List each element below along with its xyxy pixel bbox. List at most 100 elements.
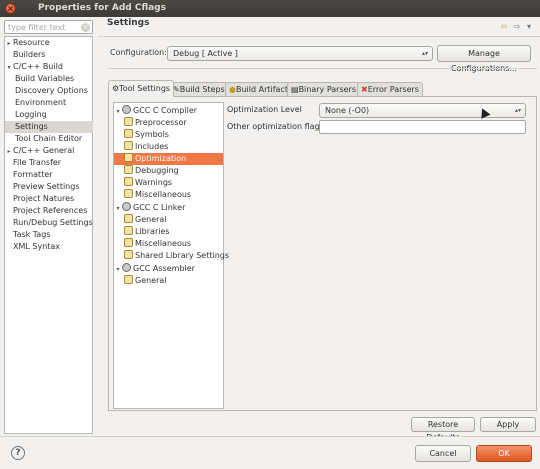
view-menu-icon[interactable]: ▾ (527, 22, 531, 31)
tree-label: GCC C Linker (133, 203, 186, 212)
nav-label: C/C++ Build (13, 62, 63, 71)
tree-label: General (135, 276, 167, 285)
nav-label: Run/Debug Settings (13, 218, 93, 227)
nav-item-preview-settings[interactable]: Preview Settings (5, 181, 93, 193)
back-arrow-icon[interactable]: ⇦ (500, 22, 507, 31)
nav-label: Environment (15, 98, 67, 107)
tree-label: Optimization (135, 154, 187, 163)
tree-item-preprocessor[interactable]: Preprocessor (124, 117, 187, 129)
page-nav-tools: ⇦ ⇨ ▾ (496, 22, 531, 31)
collapse-icon[interactable]: ▾ (114, 203, 122, 215)
tool-option-icon (124, 141, 133, 150)
tree-item-libraries[interactable]: Libraries (124, 226, 170, 238)
nav-item-discovery-options[interactable]: Discovery Options (5, 85, 93, 97)
tab-label: Error Parsers (367, 85, 419, 94)
dialog-button-bar: ? Cancel OK (0, 436, 540, 469)
tool-option-icon (124, 250, 133, 259)
filter-input[interactable]: type filter text × (4, 20, 93, 34)
collapse-icon[interactable]: ▾ (114, 106, 122, 118)
tab-error-parsers[interactable]: ✖Error Parsers (357, 82, 423, 96)
tab-label: Build Artifact (235, 85, 288, 94)
tree-label: Miscellaneous (135, 190, 192, 199)
tab-label: Tool Settings (119, 84, 171, 93)
nav-label: Task Tags (13, 230, 51, 239)
page-title: Settings (107, 18, 150, 28)
tool-option-icon (124, 238, 133, 247)
nav-item-file-transfer[interactable]: File Transfer (5, 157, 93, 169)
nav-label: Project References (13, 206, 88, 215)
settings-page: Settings ⇦ ⇨ ▾ Configuration: Debug [ Ac… (98, 17, 540, 442)
nav-item-run-debug-settings[interactable]: Run/Debug Settings (5, 217, 93, 229)
tree-label: Miscellaneous (135, 239, 192, 248)
tree-item-symbols[interactable]: Symbols (124, 129, 169, 141)
gear-icon (122, 263, 131, 272)
nav-item-formatter[interactable]: Formatter (5, 169, 93, 181)
nav-label: Resource (13, 38, 50, 47)
nav-label: Tool Chain Editor (15, 134, 83, 143)
tree-item-shared-library-settings[interactable]: Shared Library Settings (124, 250, 229, 262)
nav-item-xml-syntax[interactable]: XML Syntax (5, 241, 93, 253)
tree-item-debugging[interactable]: Debugging (124, 165, 179, 177)
nav-item-cpp-general[interactable]: ▸ C/C++ General (5, 145, 93, 157)
tool-option-icon (124, 129, 133, 138)
gear-icon (122, 105, 131, 114)
configuration-value: Debug [ Active ] (173, 49, 238, 58)
artifact-icon: ● (229, 85, 236, 94)
property-page-tree: ▸ Resource Builders ▾ C/C++ Build Build Va… (4, 36, 93, 434)
nav-item-tool-chain-editor[interactable]: Tool Chain Editor (5, 133, 93, 145)
tree-label: Debugging (135, 166, 179, 175)
tree-item-includes[interactable]: Includes (124, 141, 168, 153)
configuration-select[interactable]: Debug [ Active ] ▴▾ (167, 46, 433, 61)
tool-option-icon (124, 153, 133, 162)
tree-item-warnings[interactable]: Warnings (124, 177, 172, 189)
tab-tool-settings[interactable]: ⚙Tool Settings (108, 80, 175, 97)
tree-item-gcc-assembler[interactable]: ▾ GCC Assembler (114, 263, 195, 275)
nav-item-build-variables[interactable]: Build Variables (5, 73, 93, 85)
configuration-label: Configuration: (110, 48, 167, 57)
window-close-button[interactable]: × (5, 3, 16, 14)
nav-item-project-references[interactable]: Project References (5, 205, 93, 217)
tree-item-gcc-c-compiler[interactable]: ▾ GCC C Compiler (114, 105, 197, 117)
nav-item-environment[interactable]: Environment (5, 97, 93, 109)
nav-label: Formatter (13, 170, 53, 179)
restore-defaults-button[interactable]: Restore Defaults (411, 417, 475, 442)
nav-item-task-tags[interactable]: Task Tags (5, 229, 93, 241)
tree-item-gcc-c-linker[interactable]: ▾ GCC C Linker (114, 202, 185, 214)
tab-build-steps[interactable]: ✎Build Steps (169, 82, 229, 96)
tool-option-icon (124, 226, 133, 235)
tree-item-optimization[interactable]: Optimization (114, 153, 223, 165)
nav-item-project-natures[interactable]: Project Natures (5, 193, 93, 205)
clear-filter-icon[interactable]: × (81, 23, 90, 32)
ok-button[interactable]: OK (476, 445, 532, 462)
tree-item-linker-general[interactable]: General (124, 214, 167, 226)
collapse-icon[interactable]: ▾ (114, 264, 122, 276)
tree-item-assembler-general[interactable]: General (124, 275, 167, 287)
error-icon: ✖ (361, 85, 368, 94)
header-divider (98, 36, 540, 37)
cancel-button[interactable]: Cancel (415, 445, 471, 462)
tree-label: General (135, 215, 167, 224)
filter-placeholder: type filter text (8, 23, 66, 32)
other-optimization-flags-input[interactable] (319, 120, 526, 134)
optimization-level-select[interactable]: None (-O0) ▴▾ (319, 103, 526, 118)
tab-build-artifact[interactable]: ●Build Artifact (225, 82, 292, 96)
nav-item-settings[interactable]: Settings (5, 121, 93, 133)
tree-item-linker-miscellaneous[interactable]: Miscellaneous (124, 238, 191, 250)
apply-button[interactable]: Apply (480, 417, 536, 432)
nav-item-cpp-build[interactable]: ▾ C/C++ Build (5, 61, 93, 73)
forward-arrow-icon[interactable]: ⇨ (514, 22, 521, 31)
nav-label: File Transfer (13, 158, 62, 167)
tab-label: Build Steps (179, 85, 225, 94)
nav-label: Builders (13, 50, 46, 59)
tree-item-miscellaneous[interactable]: Miscellaneous (124, 189, 191, 201)
binary-icon: ▤ (291, 85, 299, 94)
nav-item-resource[interactable]: ▸ Resource (5, 37, 93, 49)
manage-configurations-button[interactable]: Manage Configurations... (437, 45, 531, 73)
nav-item-logging[interactable]: Logging (5, 109, 93, 121)
help-icon[interactable]: ? (11, 446, 25, 460)
nav-label: Logging (15, 110, 47, 119)
tab-binary-parsers[interactable]: ▤Binary Parsers (287, 82, 361, 96)
nav-label: Build Variables (15, 74, 75, 83)
nav-item-builders[interactable]: Builders (5, 49, 93, 61)
tree-label: Warnings (135, 178, 173, 187)
